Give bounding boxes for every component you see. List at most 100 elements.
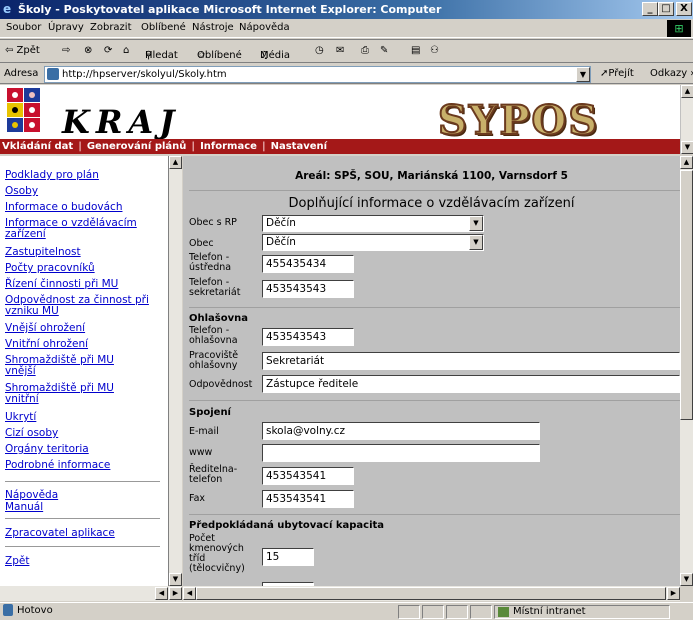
link-shromazdiste-vnitrni[interactable]: Shromaždiště při MU vnitřní xyxy=(5,383,145,405)
obec-select[interactable]: Děčín ▼ xyxy=(262,234,484,251)
link-napoveda[interactable]: Nápověda xyxy=(5,490,58,501)
left-horizontal-scrollbar[interactable]: ◀ ▶ xyxy=(0,586,182,601)
label-fax: Fax xyxy=(189,493,206,504)
nav-nastaveni[interactable]: Nastavení xyxy=(271,141,327,152)
divider xyxy=(5,481,160,482)
link-zastupitelnost[interactable]: Zastupitelnost xyxy=(5,247,81,258)
print-icon[interactable]: ⎙ xyxy=(361,45,369,56)
ie-logo-icon: e xyxy=(3,2,12,16)
messenger-icon[interactable]: ⚇ xyxy=(430,45,439,56)
scroll-left-icon[interactable]: ◀ xyxy=(183,587,196,600)
nav-informace[interactable]: Informace xyxy=(200,141,257,152)
label-www: www xyxy=(189,447,213,458)
chevron-down-icon[interactable]: ▼ xyxy=(469,216,483,231)
header-scrollbar[interactable]: ▲ ▼ xyxy=(680,85,693,154)
link-informace-o-vzdelavacim-zarizeni[interactable]: Informace o vzdělávacím zařízení xyxy=(5,218,163,240)
back-button[interactable]: ⇦ Zpět xyxy=(5,45,40,56)
link-organy-teritoria[interactable]: Orgány teritoria xyxy=(5,444,89,455)
home-icon[interactable]: ⌂ xyxy=(123,45,129,56)
media-label: Média xyxy=(260,50,291,61)
link-zpracovatel-aplikace[interactable]: Zpracovatel aplikace xyxy=(5,528,115,539)
link-podrobne-informace[interactable]: Podrobné informace xyxy=(5,460,110,471)
header-frame: KRAJ SYPOS Vkládání dat | Generování plánů… xyxy=(0,85,680,154)
fax-input[interactable]: 453543541 xyxy=(262,490,354,508)
pracoviste-ohlasovny-input[interactable]: Sekretariát xyxy=(262,352,680,370)
scroll-down-icon[interactable]: ▼ xyxy=(681,141,693,154)
favorites-label: Oblíbené xyxy=(197,50,242,61)
label-pocet-kmenovych-trid: Počet kmenových tříd (tělocvičny) xyxy=(189,533,245,574)
link-pocty-pracovniku[interactable]: Počty pracovníků xyxy=(5,263,95,274)
divider xyxy=(189,190,680,191)
mail-icon[interactable]: ✉ xyxy=(336,45,344,56)
menu-tools[interactable]: Nástroje xyxy=(192,22,234,33)
menu-file[interactable]: Soubor xyxy=(6,22,41,33)
history-icon[interactable]: ◷ xyxy=(315,45,324,56)
windows-logo-icon: ⊞ xyxy=(667,20,691,37)
scroll-up-icon[interactable]: ▲ xyxy=(681,85,693,98)
content-horizontal-scrollbar[interactable]: ◀ ▶ xyxy=(183,586,680,601)
refresh-icon[interactable]: ⟳ xyxy=(104,45,112,56)
close-button[interactable]: X xyxy=(676,2,692,16)
pocet-trid-input[interactable]: 15 xyxy=(262,548,314,566)
scroll-thumb[interactable] xyxy=(680,170,693,420)
link-informace-o-budovach[interactable]: Informace o budovách xyxy=(5,202,122,213)
telefon-ohlasovna-input[interactable]: 453543543 xyxy=(262,328,354,346)
link-shromazdiste-vnejsi[interactable]: Shromaždiště při MU vnější xyxy=(5,355,145,377)
status-text: Hotovo xyxy=(17,605,53,616)
menu-view[interactable]: Zobrazit xyxy=(90,22,132,33)
nav-vkladani-dat[interactable]: Vkládání dat xyxy=(2,141,73,152)
reditelna-telefon-input[interactable]: 453543541 xyxy=(262,467,354,485)
forward-button[interactable]: ⇨ xyxy=(62,45,70,56)
go-label: Přejít xyxy=(608,68,634,79)
menu-favorites[interactable]: Oblíbené xyxy=(141,22,186,33)
link-podklady-pro-plan[interactable]: Podklady pro plán xyxy=(5,170,99,181)
maximize-button[interactable]: □ xyxy=(658,2,674,16)
menu-edit[interactable]: Úpravy xyxy=(48,22,84,33)
address-input[interactable]: http://hpserver/skolyul/Skoly.htm xyxy=(44,66,591,83)
link-ukryti[interactable]: Ukrytí xyxy=(5,412,36,423)
left-scrollbar[interactable]: ▲ ▼ xyxy=(169,156,182,586)
scroll-left-icon[interactable]: ◀ xyxy=(155,587,168,600)
chevron-down-icon[interactable]: ▼ xyxy=(469,235,483,250)
link-zpet[interactable]: Zpět xyxy=(5,556,29,567)
scroll-up-icon[interactable]: ▲ xyxy=(169,156,182,169)
scroll-down-icon[interactable]: ▼ xyxy=(169,573,182,586)
link-cizi-osoby[interactable]: Cizí osoby xyxy=(5,428,58,439)
link-odpovednost[interactable]: Odpovědnost za činnost při vzniku MU xyxy=(5,295,163,317)
nav-generovani-planu[interactable]: Generování plánů xyxy=(87,141,187,152)
zone-label: Místní intranet xyxy=(513,606,586,617)
odpovednost-input[interactable]: Zástupce ředitele xyxy=(262,375,680,393)
window-title-bar[interactable]: e Školy - Poskytovatel aplikace Microsof… xyxy=(0,0,693,19)
telefon-ustredna-input[interactable]: 455435434 xyxy=(262,255,354,273)
www-input[interactable] xyxy=(262,444,540,462)
scroll-right-icon[interactable]: ▶ xyxy=(667,587,680,600)
page-icon xyxy=(47,68,59,80)
scroll-thumb[interactable] xyxy=(196,587,666,600)
section-spojeni: Spojení xyxy=(189,407,231,418)
search-label: Hledat xyxy=(145,50,178,61)
telefon-sekretariat-input[interactable]: 453543543 xyxy=(262,280,354,298)
status-pane xyxy=(446,605,468,619)
edit-icon[interactable]: ✎ xyxy=(380,45,388,56)
link-vnitrni-ohrozeni[interactable]: Vnitřní ohrožení xyxy=(5,339,88,350)
minimize-button[interactable]: _ xyxy=(642,2,658,16)
divider xyxy=(189,307,680,308)
scroll-down-icon[interactable]: ▼ xyxy=(680,573,693,586)
scroll-up-icon[interactable]: ▲ xyxy=(680,156,693,169)
link-vnejsi-ohrozeni[interactable]: Vnější ohrožení xyxy=(5,323,85,334)
scroll-right-icon[interactable]: ▶ xyxy=(169,587,182,600)
link-manual[interactable]: Manuál xyxy=(5,502,43,513)
link-osoby[interactable]: Osoby xyxy=(5,186,38,197)
email-input[interactable]: skola@volny.cz xyxy=(262,422,540,440)
links-button[interactable]: Odkazy » xyxy=(650,68,693,79)
discuss-icon[interactable]: ▤ xyxy=(411,45,420,56)
menu-help[interactable]: Nápověda xyxy=(239,22,290,33)
obec-s-rp-select[interactable]: Děčín ▼ xyxy=(262,215,484,232)
stop-icon[interactable]: ⊗ xyxy=(84,45,92,56)
window-title: Školy - Poskytovatel aplikace Microsoft … xyxy=(18,3,442,16)
address-dropdown-icon[interactable]: ▼ xyxy=(576,67,590,82)
content-scrollbar[interactable]: ▲ ▼ xyxy=(680,156,693,586)
content-frame: Areál: SPŠ, SOU, Mariánská 1100, Varnsdo… xyxy=(183,156,680,586)
go-button[interactable]: ➚Přejít xyxy=(600,68,634,79)
link-rizeni-cinnosti[interactable]: Řízení činnosti při MU xyxy=(5,279,118,290)
